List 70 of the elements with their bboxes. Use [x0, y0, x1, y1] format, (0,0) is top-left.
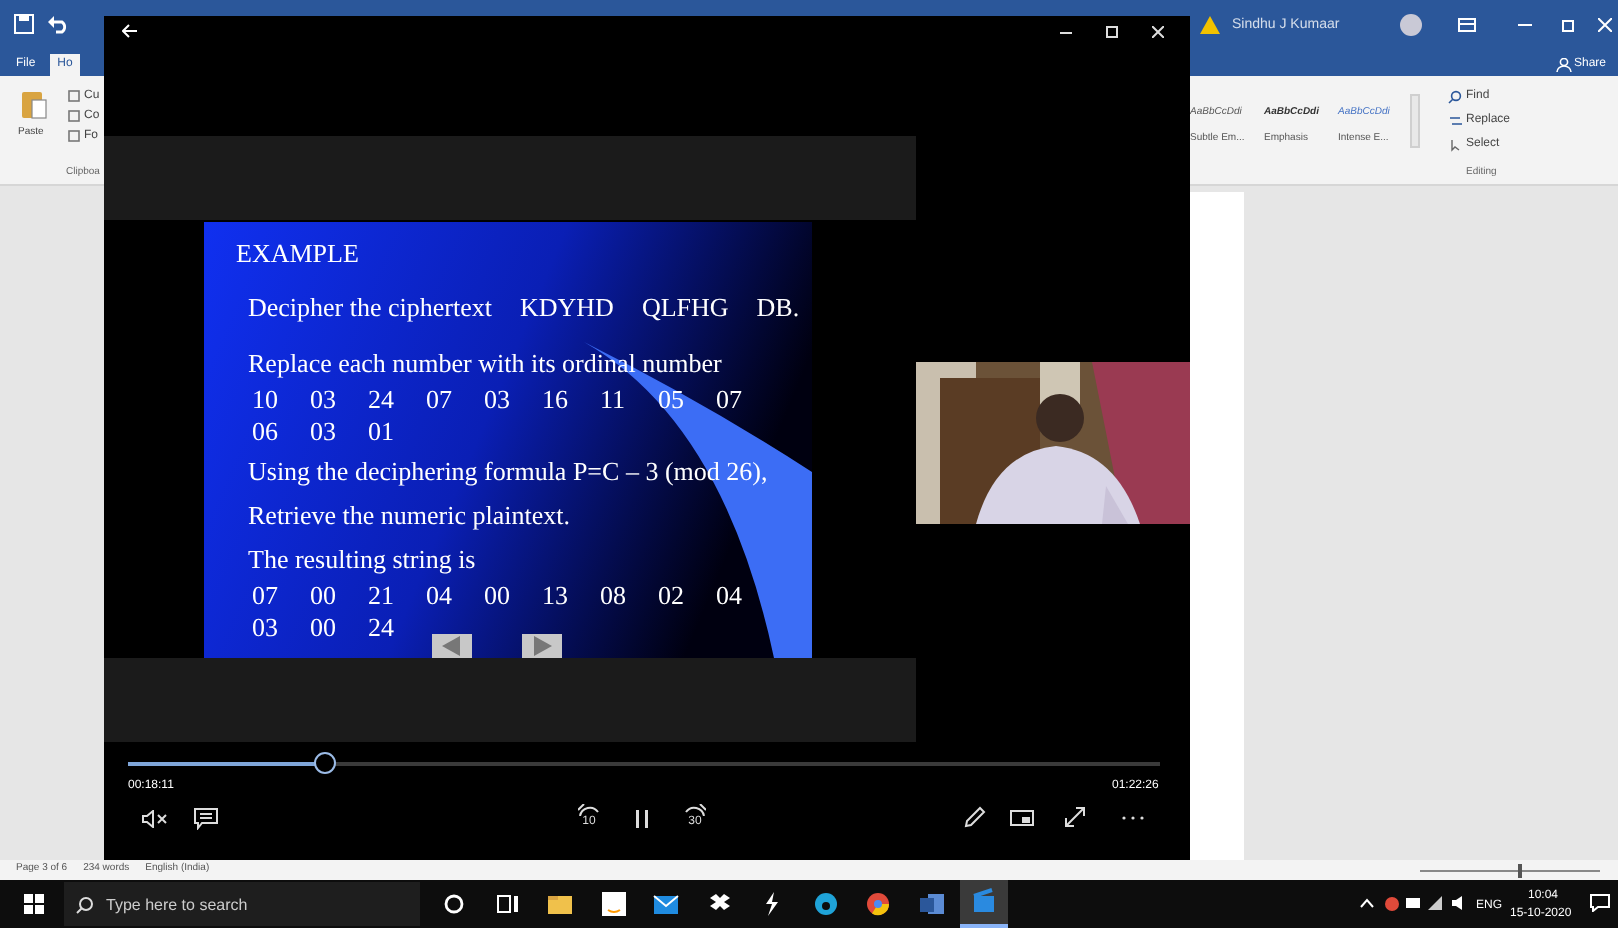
person-icon — [1556, 58, 1572, 72]
slide-number: 00 — [310, 580, 338, 612]
search-icon[interactable] — [1448, 90, 1462, 104]
slide-number: 00 — [484, 580, 512, 612]
slide-number: 21 — [368, 580, 396, 612]
slide-number: 03 — [310, 384, 338, 416]
slide-number: 05 — [658, 384, 686, 416]
slide-number: 00 — [310, 612, 338, 644]
maximize-icon[interactable] — [1106, 26, 1118, 38]
slide-number: 24 — [368, 384, 396, 416]
slide-number: 10 — [252, 384, 280, 416]
slide-text: Replace each number with its ordinal number — [246, 348, 724, 380]
slide-number: 03 — [252, 612, 280, 644]
chevron-up-icon[interactable] — [1360, 898, 1374, 908]
forward-arrow-icon — [684, 804, 706, 816]
pen-icon[interactable] — [964, 806, 986, 828]
search-icon — [76, 896, 94, 914]
window-stack-icon — [493, 890, 521, 918]
slide-number: 11 — [600, 384, 628, 416]
slide-number: 06 — [252, 416, 280, 448]
slide-number: 03 — [484, 384, 512, 416]
slide-text: QLFHG — [641, 292, 729, 324]
envelope-icon — [652, 890, 680, 918]
ribbon-display-icon[interactable] — [1458, 18, 1476, 32]
slide-number: 07 — [426, 384, 454, 416]
search-field[interactable]: Type here to search — [64, 882, 420, 926]
windows-start-icon[interactable] — [24, 894, 44, 914]
cursor-icon[interactable] — [1448, 138, 1462, 152]
captions-icon[interactable] — [194, 808, 218, 830]
save-icon[interactable] — [14, 14, 34, 34]
slide-number: 08 — [600, 580, 628, 612]
slide-text: Retrieve the numeric plaintext. — [246, 500, 572, 532]
circle-icon — [440, 890, 468, 918]
folder-icon — [546, 890, 574, 918]
mini-view-icon[interactable] — [1010, 810, 1034, 826]
slide-text: Decipher the ciphertext — [248, 292, 492, 324]
slide-text: KDYHD — [520, 292, 614, 324]
pause-icon[interactable] — [636, 810, 648, 828]
slide-number: 24 — [368, 612, 396, 644]
slide-number: 02 — [658, 580, 686, 612]
next-slide-icon[interactable] — [522, 634, 562, 658]
undo-icon[interactable] — [46, 14, 70, 34]
replace-icon[interactable] — [1448, 114, 1462, 128]
film-icon — [970, 888, 998, 916]
edge-browser-icon — [811, 890, 839, 918]
slide-number: 04 — [426, 580, 454, 612]
fullscreen-icon[interactable] — [1064, 806, 1086, 828]
chrome-browser-icon — [864, 890, 892, 918]
close-icon[interactable] — [1152, 26, 1164, 38]
slide-text: The resulting string is — [246, 544, 478, 576]
warning-icon — [1200, 16, 1220, 34]
slide-number: 16 — [542, 384, 570, 416]
restore-icon[interactable] — [1562, 18, 1576, 32]
document-icon — [917, 890, 945, 918]
slide-text: DB. — [756, 292, 800, 324]
previous-slide-icon[interactable] — [432, 634, 472, 658]
back-arrow-icon[interactable] — [122, 24, 138, 38]
slide-title: EXAMPLE — [236, 238, 361, 270]
slide-number: 07 — [716, 384, 744, 416]
slide-number: 03 — [310, 416, 338, 448]
slide-number: 07 — [252, 580, 280, 612]
slide-number: 04 — [716, 580, 744, 612]
slide-number: 01 — [368, 416, 396, 448]
style-scrollbar[interactable] — [1410, 94, 1420, 148]
rewind-arrow-icon — [578, 804, 600, 816]
letter-tile-icon — [599, 890, 627, 918]
slide-number: 13 — [542, 580, 570, 612]
notification-icon[interactable] — [1590, 894, 1610, 912]
paste-icon[interactable] — [20, 88, 48, 120]
mute-icon[interactable] — [142, 810, 168, 828]
